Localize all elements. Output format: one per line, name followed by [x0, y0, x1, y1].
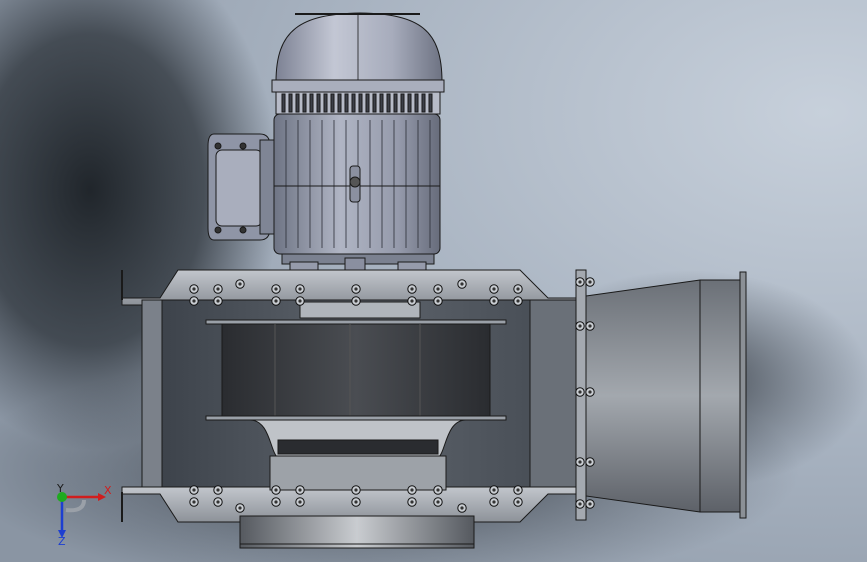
bolt	[295, 296, 305, 306]
cooling-rib	[400, 93, 405, 113]
bolt	[189, 296, 199, 306]
bolt	[585, 387, 595, 397]
cooling-rib	[295, 93, 300, 113]
cooling-rib	[372, 93, 377, 113]
bolt	[213, 497, 223, 507]
bolt	[433, 284, 443, 294]
cooling-rib	[365, 93, 370, 113]
bolt	[585, 277, 595, 287]
triad-x-label: X	[104, 484, 112, 497]
bolt	[213, 284, 223, 294]
cooling-rib	[337, 93, 342, 113]
cooling-rib	[428, 93, 433, 113]
cooling-rib	[288, 93, 293, 113]
cooling-rib	[344, 93, 349, 113]
fan-assembly-drawing: X Y Z	[0, 0, 867, 562]
bolt	[575, 277, 585, 287]
triad-y-label: Y	[56, 482, 64, 495]
inlet-ring	[239, 515, 475, 549]
bolt	[407, 485, 417, 495]
bolt	[407, 497, 417, 507]
cooling-rib	[351, 93, 356, 113]
bolt	[585, 457, 595, 467]
cooling-rib	[386, 93, 391, 113]
bolt	[585, 499, 595, 509]
cooling-rib	[309, 93, 314, 113]
cad-viewport[interactable]: X Y Z	[0, 0, 867, 562]
cooling-rib	[414, 93, 419, 113]
bolt	[213, 296, 223, 306]
bolt	[271, 497, 281, 507]
bolt	[489, 296, 499, 306]
bolt	[489, 485, 499, 495]
bolt	[489, 497, 499, 507]
bolt	[407, 296, 417, 306]
bolt	[235, 503, 245, 513]
cooling-rib	[302, 93, 307, 113]
bolt	[295, 284, 305, 294]
cooling-rib	[281, 93, 286, 113]
bolt	[489, 284, 499, 294]
bolt	[575, 321, 585, 331]
triad-z-label: Z	[58, 535, 66, 548]
bolt	[351, 284, 361, 294]
bolt	[351, 497, 361, 507]
bolt	[271, 284, 281, 294]
bolt	[433, 497, 443, 507]
cooling-rib	[330, 93, 335, 113]
bolt	[351, 485, 361, 495]
bolt	[513, 296, 523, 306]
bolt	[457, 279, 467, 289]
bolt	[189, 284, 199, 294]
impeller-blades	[221, 323, 491, 419]
outlet-duct	[585, 279, 743, 513]
bolt	[433, 296, 443, 306]
bolt	[271, 296, 281, 306]
bolt	[575, 457, 585, 467]
cooling-rib	[323, 93, 328, 113]
bolt	[213, 485, 223, 495]
bolt	[457, 503, 467, 513]
bolt	[351, 296, 361, 306]
bolt	[271, 485, 281, 495]
bolt	[189, 485, 199, 495]
bolt	[295, 485, 305, 495]
bolt	[235, 279, 245, 289]
bolt	[189, 497, 199, 507]
bolt	[575, 499, 585, 509]
bolt	[513, 284, 523, 294]
bolt	[513, 497, 523, 507]
cooling-rib	[316, 93, 321, 113]
cooling-rib	[393, 93, 398, 113]
cooling-rib	[358, 93, 363, 113]
cooling-rib	[407, 93, 412, 113]
bolt	[513, 485, 523, 495]
bolt	[295, 497, 305, 507]
bolt	[407, 284, 417, 294]
bolt	[575, 387, 585, 397]
cooling-rib	[421, 93, 426, 113]
bolt	[433, 485, 443, 495]
bolt	[585, 321, 595, 331]
cooling-rib	[379, 93, 384, 113]
